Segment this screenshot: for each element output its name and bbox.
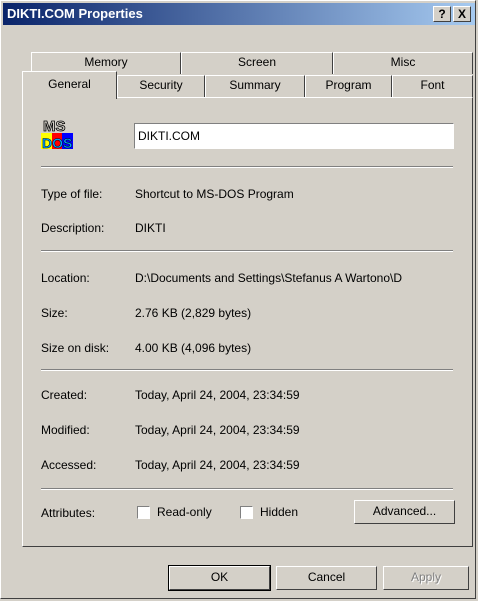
- read-only-checkbox-box[interactable]: [137, 506, 150, 519]
- ok-button[interactable]: OK: [168, 565, 271, 591]
- description-label: Description:: [41, 221, 105, 235]
- separator: [41, 369, 453, 371]
- location-label: Location:: [41, 271, 90, 285]
- title-bar[interactable]: DIKTI.COM Properties ? X: [3, 3, 475, 25]
- advanced-button[interactable]: Advanced...: [354, 500, 455, 524]
- help-button[interactable]: ?: [433, 6, 451, 22]
- separator: [41, 250, 453, 252]
- separator: [41, 488, 453, 490]
- close-button[interactable]: X: [453, 6, 471, 22]
- type-of-file-label: Type of file:: [41, 187, 103, 201]
- location-value: D:\Documents and Settings\Stefanus A War…: [135, 271, 403, 285]
- tab-security[interactable]: Security: [117, 75, 205, 97]
- modified-label: Modified:: [41, 423, 90, 437]
- created-label: Created:: [41, 388, 88, 402]
- file-name-field[interactable]: [134, 123, 454, 149]
- apply-button[interactable]: Apply: [383, 566, 469, 590]
- created-value: Today, April 24, 2004, 23:34:59: [135, 388, 300, 402]
- accessed-label: Accessed:: [41, 458, 97, 472]
- tab-font[interactable]: Font: [392, 75, 473, 97]
- type-of-file-value: Shortcut to MS-DOS Program: [135, 187, 294, 201]
- description-value: DIKTI: [135, 221, 166, 235]
- modified-value: Today, April 24, 2004, 23:34:59: [135, 423, 300, 437]
- read-only-label: Read-only: [157, 505, 212, 519]
- window-title: DIKTI.COM Properties: [7, 6, 143, 21]
- size-on-disk-label: Size on disk:: [41, 341, 110, 355]
- tab-screen[interactable]: Screen: [181, 52, 333, 74]
- size-label: Size:: [41, 306, 68, 320]
- hidden-label: Hidden: [260, 505, 299, 519]
- hidden-checkbox-box[interactable]: [240, 506, 253, 519]
- size-value: 2.76 KB (2,829 bytes): [135, 306, 252, 320]
- separator: [41, 166, 453, 168]
- tab-program[interactable]: Program: [305, 75, 392, 97]
- file-name-input[interactable]: [138, 129, 438, 143]
- tab-general[interactable]: General: [22, 71, 117, 99]
- ms-dos-icon: MS DOS: [41, 118, 73, 151]
- accessed-value: Today, April 24, 2004, 23:34:59: [135, 458, 300, 472]
- icon-text-ms: MS: [43, 118, 66, 135]
- properties-window: DIKTI.COM Properties ? X Memory Screen M…: [0, 0, 476, 599]
- icon-text-dos: DOS: [42, 135, 72, 151]
- attributes-label: Attributes:: [41, 506, 96, 520]
- cancel-button[interactable]: Cancel: [276, 566, 377, 590]
- size-on-disk-value: 4.00 KB (4,096 bytes): [135, 341, 252, 355]
- general-panel: MS DOS Type of file: Shortcut to MS-DOS …: [22, 97, 473, 547]
- tab-misc[interactable]: Misc: [333, 52, 473, 74]
- tab-summary[interactable]: Summary: [205, 75, 305, 97]
